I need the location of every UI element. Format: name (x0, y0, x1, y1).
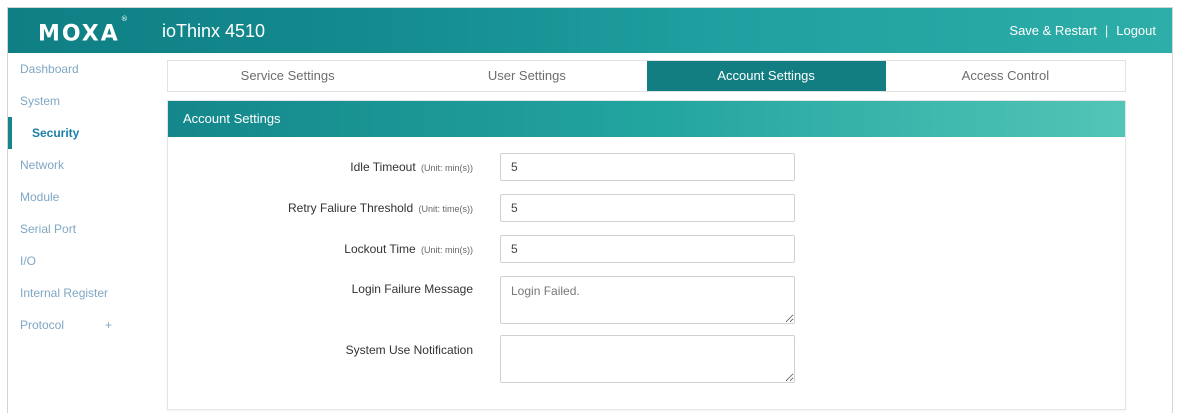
header-links: Save & Restart | Logout (1009, 23, 1156, 38)
logo-text: MOXA (38, 21, 120, 47)
sidebar-item-label: System (20, 94, 61, 108)
unit-label: (Unit: min(s)) (421, 245, 473, 255)
sidebar-item-label: Serial Port (20, 222, 77, 236)
moxa-logo: MOXA® (38, 15, 128, 47)
login-failure-message-label: Login Failure Message (351, 282, 473, 296)
field-label: Idle Timeout (350, 160, 416, 174)
lockout-time-input[interactable] (500, 235, 795, 263)
unit-label: (Unit: time(s)) (418, 204, 474, 214)
idle-timeout-input[interactable] (500, 153, 795, 181)
tab-account-settings[interactable]: Account Settings (646, 61, 886, 91)
sidebar-item-dashboard[interactable]: Dashboard (8, 53, 148, 85)
save-restart-link[interactable]: Save & Restart (1009, 23, 1096, 38)
sidebar-item-protocol[interactable]: Protocol + (8, 309, 148, 341)
sidebar-nav: Dashboard System Security Network Module… (8, 53, 148, 413)
idle-timeout-label: Idle Timeout (Unit: min(s)) (350, 160, 473, 174)
sidebar-item-security[interactable]: Security (8, 117, 148, 149)
app-window: MOXA® ioThinx 4510 Save & Restart | Logo… (7, 7, 1173, 413)
tab-access-control[interactable]: Access Control (886, 61, 1125, 91)
unit-label: (Unit: min(s)) (421, 163, 473, 173)
header-separator: | (1104, 23, 1109, 38)
account-settings-panel: Account Settings Idle Timeout (Unit: min… (167, 100, 1126, 410)
sidebar-item-serial-port[interactable]: Serial Port (8, 213, 148, 245)
field-label: Retry Faliure Threshold (287, 201, 414, 215)
system-use-notification-label: System Use Notification (345, 343, 473, 357)
retry-threshold-label: Retry Faliure Threshold (Unit: time(s)) (288, 201, 473, 215)
expand-plus-icon[interactable]: + (105, 309, 112, 341)
system-use-notification-textarea[interactable] (500, 335, 795, 383)
retry-threshold-input[interactable] (500, 194, 795, 222)
sidebar-item-label: Protocol (20, 318, 65, 332)
product-name: ioThinx 4510 (162, 21, 266, 41)
settings-tabs: Service Settings User Settings Account S… (167, 60, 1126, 92)
sidebar-item-module[interactable]: Module (8, 181, 148, 213)
sidebar-item-system[interactable]: System (8, 85, 148, 117)
login-failure-message-textarea[interactable]: Login Failed. (500, 276, 795, 324)
tab-user-settings[interactable]: User Settings (407, 61, 646, 91)
panel-title: Account Settings (168, 101, 1125, 137)
registered-mark: ® (120, 15, 128, 23)
sidebar-item-label: Network (20, 158, 65, 172)
field-label: Lockout Time (344, 242, 416, 256)
sidebar-item-io[interactable]: I/O (8, 245, 148, 277)
tab-service-settings[interactable]: Service Settings (168, 61, 407, 91)
sidebar-item-label: Module (20, 190, 60, 204)
lockout-time-label: Lockout Time (Unit: min(s)) (344, 242, 473, 256)
sidebar-item-label: Security (32, 126, 80, 140)
logout-link[interactable]: Logout (1116, 23, 1156, 38)
sidebar-item-internal-register[interactable]: Internal Register (8, 277, 148, 309)
sidebar-item-label: Internal Register (20, 286, 109, 300)
sidebar-item-label: I/O (20, 254, 37, 268)
sidebar-item-network[interactable]: Network (8, 149, 148, 181)
sidebar-item-label: Dashboard (20, 62, 79, 76)
top-header: MOXA® ioThinx 4510 Save & Restart | Logo… (8, 8, 1172, 53)
